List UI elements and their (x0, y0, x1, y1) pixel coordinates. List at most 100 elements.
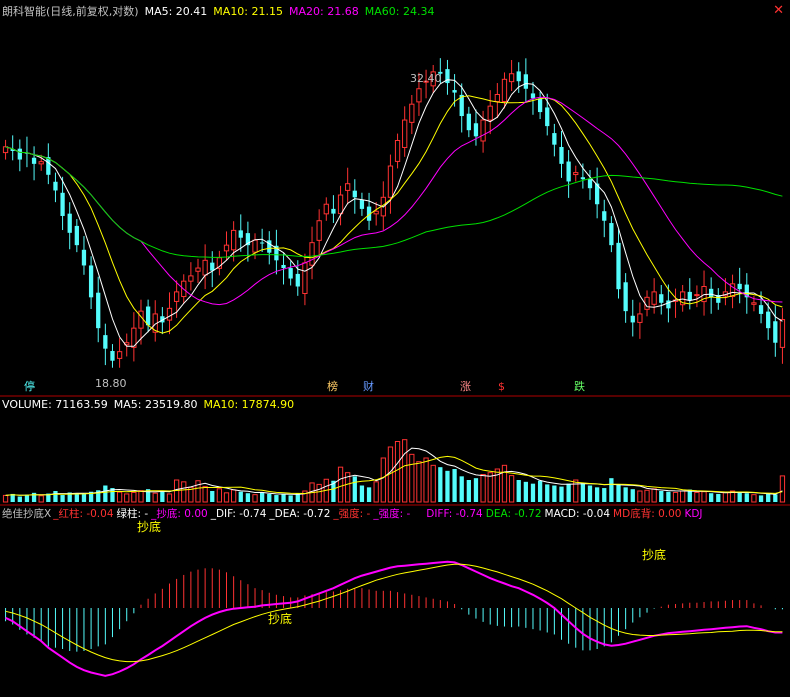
candle-body (416, 88, 422, 103)
volume-bar (637, 490, 643, 503)
event-badge-finance[interactable]: 财 (363, 380, 374, 394)
volume-bar (245, 493, 251, 502)
volume-bar (38, 495, 44, 503)
volume-bar (394, 441, 401, 503)
diff-readout: DIFF: -0.74 (426, 508, 483, 520)
volume-bar (779, 475, 786, 503)
volume-bar (672, 491, 679, 503)
event-badge-rank[interactable]: 榜 (327, 380, 338, 394)
chart-canvas[interactable] (0, 0, 790, 697)
event-badge-dollar[interactable]: $ (498, 380, 505, 394)
candle-body (409, 103, 415, 123)
volume-bar (523, 481, 528, 502)
volume-bar (602, 488, 607, 502)
weak-readout: _强度: - (373, 508, 411, 520)
volume-bar (644, 489, 650, 503)
candle-body (480, 119, 486, 142)
ma20-readout: MA20: 21.68 (289, 5, 359, 18)
candle-body (31, 157, 37, 164)
candle-body (659, 294, 664, 303)
candle-body (709, 288, 714, 298)
volume-bar (501, 464, 508, 503)
candle-body (202, 259, 208, 276)
volume-bar (537, 480, 543, 502)
volume-bar (766, 493, 771, 502)
candle-body (260, 242, 265, 244)
volume-bar (559, 486, 564, 502)
candle-body (737, 283, 742, 290)
volume-bar (230, 489, 237, 503)
volume-bar (138, 490, 144, 503)
candle-body (138, 310, 144, 329)
volume-bar (152, 492, 158, 503)
candle-body (288, 268, 293, 279)
chart-stage[interactable]: 朗科智能(日线,前复权,对数) MA5: 20.41 MA10: 21.15 MA20… (0, 0, 790, 697)
volume-header: VOLUME: 71163.59 MA5: 23519.80 MA10: 17874… (2, 398, 300, 412)
candle-body (651, 291, 657, 305)
candle-body (466, 113, 471, 131)
volume-bar (124, 493, 130, 503)
volume-ma10-readout: MA10: 17874.90 (203, 398, 295, 411)
md-readout: MD底背: 0.00 (613, 508, 682, 520)
candle-body (74, 225, 79, 246)
volume-bar (709, 493, 714, 502)
volume-bar (659, 491, 664, 502)
volume-bar (545, 484, 550, 502)
dif-readout: _DIF: -0.74 (210, 508, 267, 520)
candle-body (345, 183, 351, 191)
volume-bar (238, 491, 243, 502)
candle-body (637, 313, 643, 323)
volume-bar (166, 493, 173, 503)
volume-bar (373, 481, 379, 503)
candle-body (508, 73, 515, 83)
event-badge-fall[interactable]: 跌 (574, 380, 585, 394)
kdj-readout: KDJ (684, 508, 703, 520)
stock-title: 朗科智能(日线,前复权,对数) (2, 5, 139, 18)
event-badge-halt[interactable]: 停 (24, 380, 35, 394)
candle-body (473, 123, 479, 137)
volume-bar (609, 478, 614, 502)
volume-bar (2, 494, 9, 503)
bottom-signal-label-3: 抄底 (642, 548, 667, 562)
event-badge-rise[interactable]: 涨 (460, 380, 471, 394)
candle-body (644, 296, 650, 310)
volume-bar (316, 483, 322, 503)
volume-bar (751, 494, 757, 503)
candle-body (116, 351, 123, 359)
price-header: 朗科智能(日线,前复权,对数) MA5: 20.41 MA10: 21.15 MA20… (2, 5, 440, 19)
candle-body (67, 213, 72, 233)
volume-bar (516, 480, 521, 502)
ma10-readout: MA10: 21.15 (213, 5, 284, 18)
candle-body (188, 275, 194, 282)
volume-bar (380, 457, 386, 503)
candle-body (110, 350, 115, 361)
volume-bar (587, 485, 593, 502)
candle-body (223, 244, 230, 252)
candle-body (60, 192, 65, 216)
volume-bar (466, 480, 471, 502)
close-icon[interactable]: ✕ (773, 3, 784, 18)
volume-bar (24, 494, 30, 502)
volume-bar (416, 461, 422, 503)
candle-body (252, 239, 258, 253)
candle-body (238, 230, 243, 238)
volume-bar (359, 485, 365, 502)
dea-line (5, 563, 783, 663)
candle-body (758, 305, 764, 314)
candle-body (552, 133, 557, 145)
volume-bar (430, 464, 436, 503)
volume-ma5-readout: MA5: 23519.80 (113, 398, 198, 411)
volume-bar (473, 478, 479, 502)
candle-body (452, 90, 457, 93)
volume-bar (737, 491, 742, 502)
volume-bar (17, 496, 22, 502)
candle-body (566, 161, 571, 182)
candle-body (81, 249, 87, 266)
candle-body (359, 199, 365, 209)
candle-body (323, 203, 329, 215)
candle-body (166, 307, 173, 321)
ma5-readout: MA5: 20.41 (144, 5, 208, 18)
volume-bar (744, 493, 749, 502)
candle-body (616, 242, 621, 290)
candle-body (373, 210, 379, 215)
